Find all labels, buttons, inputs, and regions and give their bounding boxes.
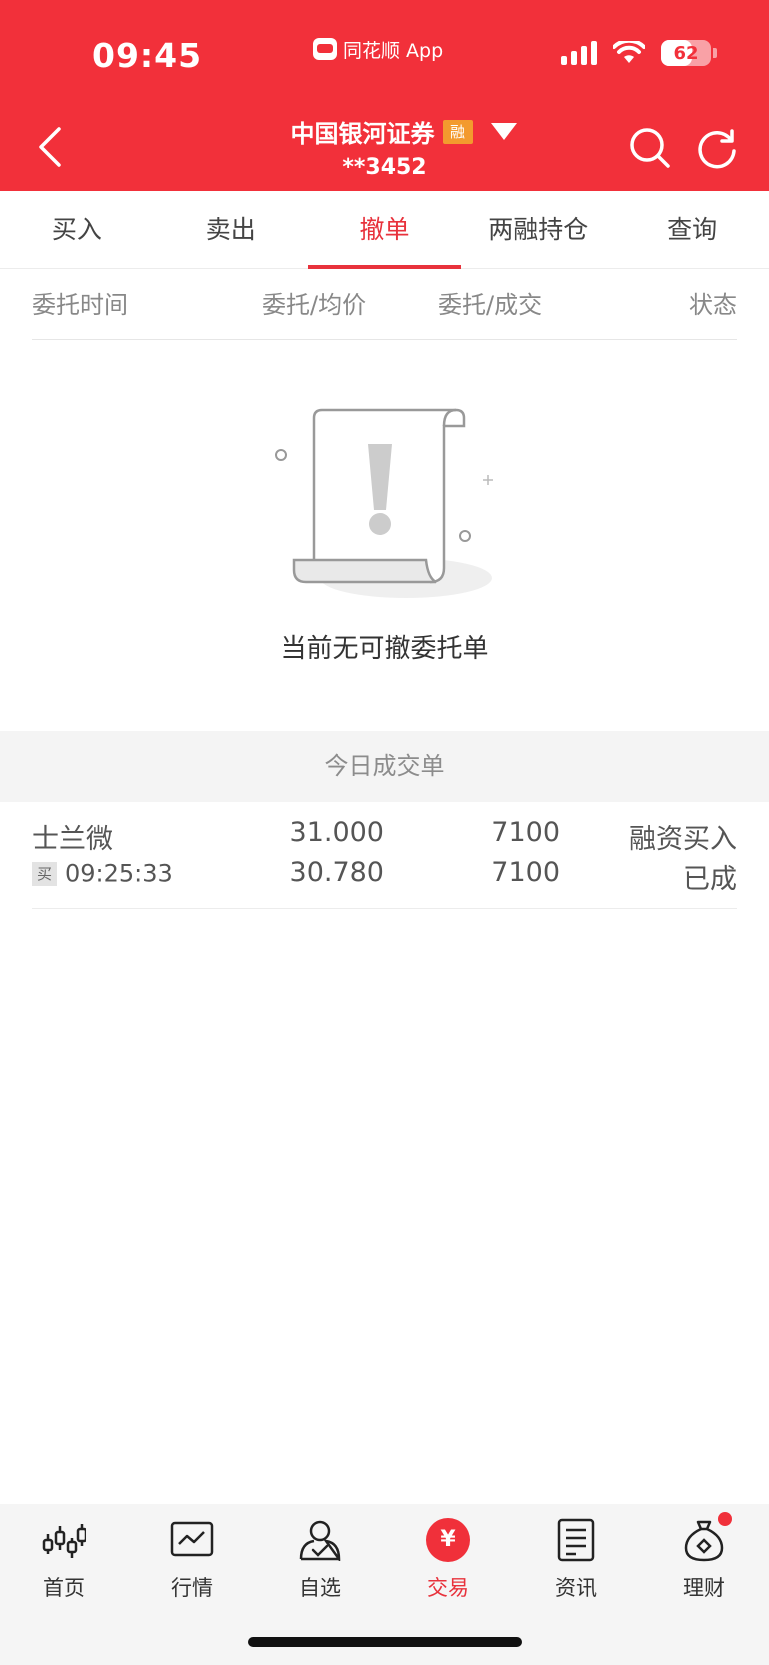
margin-badge: 融 [442, 119, 473, 144]
column-order-volume: 委托/成交 [438, 291, 543, 319]
order-status: 已成 [683, 864, 737, 895]
nav-market-label: 行情 [171, 1576, 213, 1600]
tab-cancel-order[interactable]: 撤单 [307, 191, 462, 269]
tab-sell[interactable]: 卖出 [154, 191, 308, 268]
nav-home[interactable]: 首页 [9, 1516, 119, 1602]
stock-name: 士兰微 [32, 824, 113, 855]
order-column-header: 委托时间 委托/均价 委托/成交 状态 [32, 270, 737, 340]
status-indicators: 62 [561, 40, 717, 66]
broker-title: 中国银河证券 [290, 120, 435, 148]
search-icon [630, 128, 670, 168]
empty-state-message: 当前无可撤委托单 [280, 634, 489, 664]
trade-time-cell: 买 09:25:33 [32, 857, 173, 888]
status-time: 09:45 [92, 36, 203, 75]
average-price: 30.780 [289, 857, 384, 888]
tab-query[interactable]: 查询 [615, 191, 769, 268]
nav-news[interactable]: 资讯 [521, 1516, 631, 1602]
document-icon [552, 1516, 600, 1564]
status-app-name: 同花顺 App [343, 39, 444, 62]
nav-wealth[interactable]: 理财 [649, 1512, 759, 1602]
money-bag-icon [680, 1512, 732, 1564]
market-chart-icon [168, 1516, 216, 1564]
battery-level: 62 [673, 42, 699, 64]
empty-document-icon [275, 408, 493, 598]
nav-home-label: 首页 [43, 1576, 85, 1600]
candlestick-icon [40, 1516, 88, 1564]
today-trades-header: 今日成交单 [0, 731, 769, 802]
home-indicator[interactable] [248, 1637, 522, 1647]
order-quantity: 7100 [491, 817, 560, 848]
notification-dot [718, 1512, 732, 1526]
search-button[interactable] [628, 126, 672, 170]
trade-time: 09:25:33 [65, 859, 173, 888]
status-app-indicator[interactable]: 同花顺 App [313, 36, 443, 62]
nav-wealth-label: 理财 [683, 1576, 725, 1600]
dropdown-arrow-icon[interactable] [490, 123, 517, 140]
column-order-time: 委托时间 [32, 291, 128, 319]
battery-icon: 62 [661, 40, 711, 66]
nav-watchlist-label: 自选 [299, 1576, 341, 1600]
trade-row[interactable]: 士兰微 买 09:25:33 31.000 30.780 7100 7100 融资… [32, 803, 737, 909]
cellular-signal-icon [561, 41, 597, 65]
order-type: 融资买入 [629, 824, 737, 855]
user-check-icon [296, 1516, 344, 1564]
wifi-icon [613, 41, 645, 65]
buy-tag: 买 [32, 861, 57, 886]
nav-news-label: 资讯 [555, 1576, 597, 1600]
nav-trade[interactable]: ¥ 交易 [393, 1516, 503, 1602]
nav-watchlist[interactable]: 自选 [265, 1516, 375, 1602]
tab-margin-positions[interactable]: 两融持仓 [461, 191, 615, 268]
tab-buy[interactable]: 买入 [0, 191, 154, 268]
nav-trade-label: 交易 [427, 1576, 469, 1600]
app-header: 09:45 同花顺 App 62 中国银河证券 融 **3452 [0, 0, 769, 191]
refresh-icon [698, 129, 736, 169]
order-price: 31.000 [289, 817, 384, 848]
filled-quantity: 7100 [491, 857, 560, 888]
refresh-button[interactable] [695, 126, 739, 170]
yen-circle-icon: ¥ [424, 1516, 472, 1564]
app-logo-icon [313, 38, 337, 60]
column-order-price: 委托/均价 [262, 291, 367, 319]
nav-market[interactable]: 行情 [137, 1516, 247, 1602]
column-status: 状态 [689, 291, 737, 319]
trade-tabs: 买入 卖出 撤单 两融持仓 查询 [0, 191, 769, 269]
